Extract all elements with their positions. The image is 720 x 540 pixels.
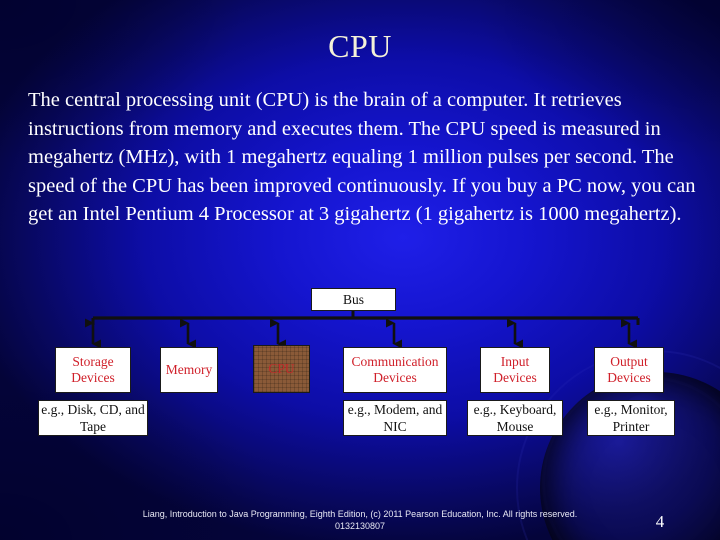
slide-canvas: CPU The central processing unit (CPU) is…	[0, 0, 720, 540]
diagram-node-memory-label: Memory	[165, 361, 213, 377]
diagram-caption-communication-devices[interactable]: e.g., Modem, and NIC	[343, 400, 447, 436]
diagram-caption-output-devices[interactable]: e.g., Monitor, Printer	[587, 400, 675, 436]
diagram-caption-input-devices-label: e.g., Keyboard, Mouse	[473, 402, 557, 434]
diagram-node-bus[interactable]: Bus	[311, 288, 396, 311]
slide-number: 4	[655, 512, 665, 531]
diagram-node-output-devices[interactable]: Output Devices	[594, 347, 664, 393]
diagram-caption-storage-devices-label: e.g., Disk, CD, and Tape	[41, 402, 145, 434]
diagram-node-input-devices[interactable]: Input Devices	[480, 347, 550, 393]
diagram-node-communication-devices-label: Communication Devices	[351, 353, 439, 386]
diagram-node-memory[interactable]: Memory	[160, 347, 218, 393]
bus-connector-lines	[85, 311, 640, 349]
diagram-caption-communication-devices-label: e.g., Modem, and NIC	[347, 402, 443, 434]
computer-architecture-diagram: Bus Storage Devices e.g., Disk, CD, and …	[0, 0, 720, 540]
diagram-node-communication-devices[interactable]: Communication Devices	[343, 347, 447, 393]
diagram-node-cpu[interactable]: CPU	[253, 345, 310, 393]
diagram-node-input-devices-label: Input Devices	[493, 353, 537, 386]
diagram-node-bus-label: Bus	[342, 291, 364, 307]
diagram-caption-input-devices[interactable]: e.g., Keyboard, Mouse	[467, 400, 563, 436]
diagram-node-storage-devices-label: Storage Devices	[71, 353, 115, 386]
diagram-node-output-devices-label: Output Devices	[607, 353, 651, 386]
diagram-node-cpu-label: CPU	[268, 360, 295, 376]
diagram-node-storage-devices[interactable]: Storage Devices	[55, 347, 131, 393]
footer-copyright: Liang, Introduction to Java Programming,…	[142, 509, 578, 531]
diagram-caption-storage-devices[interactable]: e.g., Disk, CD, and Tape	[38, 400, 148, 436]
diagram-caption-output-devices-label: e.g., Monitor, Printer	[594, 402, 668, 434]
